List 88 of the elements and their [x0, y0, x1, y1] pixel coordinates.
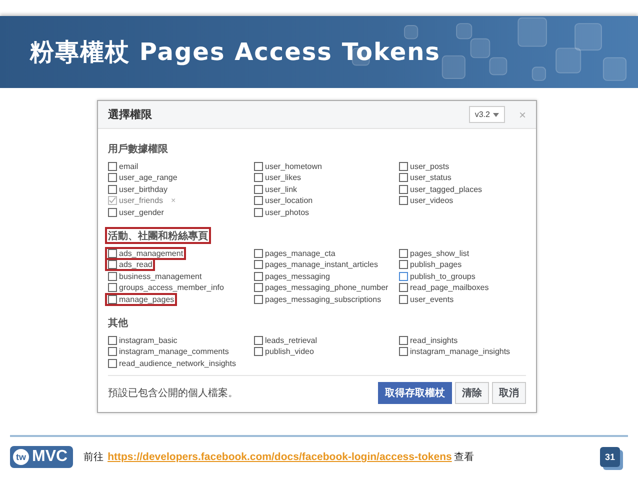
checkbox[interactable]: [254, 336, 263, 345]
permission-option[interactable]: pages_manage_cta: [251, 246, 338, 260]
permission-option[interactable]: read_audience_network_insights: [105, 356, 239, 370]
permission-option[interactable]: groups_access_member_info: [105, 281, 227, 294]
permission-option[interactable]: publish_video: [251, 345, 317, 358]
permission-option[interactable]: manage_pages: [105, 292, 178, 306]
permission-option[interactable]: user_posts: [396, 160, 452, 173]
permission-option[interactable]: user_likes: [251, 171, 304, 184]
permission-option[interactable]: pages_show_list: [396, 246, 472, 260]
permission-option[interactable]: pages_messaging_subscriptions: [251, 292, 384, 306]
checkbox[interactable]: [399, 347, 408, 356]
checkbox[interactable]: [108, 358, 117, 368]
dialog-title: 選擇權限: [108, 108, 153, 122]
checkbox[interactable]: [254, 208, 263, 217]
permission-option[interactable]: pages_messaging: [251, 270, 333, 283]
checkbox[interactable]: [108, 283, 117, 292]
slide-title: 粉專權杖 Pages Access Tokens: [30, 37, 440, 68]
checkbox[interactable]: [254, 347, 263, 356]
checkbox[interactable]: [399, 196, 408, 206]
permission-option[interactable]: ads_management: [105, 246, 186, 260]
permission-option[interactable]: email: [105, 160, 142, 173]
dialog-note: 預設已包含公開的個人檔案。: [108, 386, 238, 400]
footer-text: 前往: [84, 450, 104, 464]
section-heading: 其他: [107, 316, 129, 332]
checkbox[interactable]: [108, 162, 117, 171]
permission-option[interactable]: publish_to_groups: [396, 270, 478, 283]
checkbox[interactable]: [254, 196, 263, 206]
logo-badge: tw: [13, 449, 29, 465]
section-heading: 用戶數據權限: [107, 142, 169, 158]
dialog-button[interactable]: 清除: [455, 382, 489, 404]
checkbox[interactable]: [108, 347, 117, 356]
permission-option[interactable]: pages_manage_instant_articles: [251, 258, 381, 272]
checkbox[interactable]: [108, 208, 117, 217]
permission-option[interactable]: read_page_mailboxes: [396, 281, 492, 294]
checkbox[interactable]: [399, 272, 408, 281]
permission-option[interactable]: user_tagged_places: [396, 182, 486, 196]
checkbox[interactable]: [108, 294, 117, 304]
checkbox[interactable]: [399, 260, 408, 270]
checkbox[interactable]: [108, 272, 117, 281]
checkbox[interactable]: [108, 248, 117, 258]
checkbox[interactable]: [399, 336, 408, 345]
checkbox[interactable]: [254, 260, 263, 270]
dialog-button[interactable]: 取消: [492, 382, 526, 404]
permission-option[interactable]: publish_pages: [396, 258, 465, 272]
caret-icon: [492, 112, 499, 117]
checkbox[interactable]: [254, 294, 263, 304]
permission-option[interactable]: instagram_manage_comments: [105, 345, 232, 358]
checkbox[interactable]: [399, 173, 408, 182]
permission-option[interactable]: ads_read: [105, 258, 156, 272]
checkbox[interactable]: [254, 283, 263, 292]
checkbox[interactable]: [399, 283, 408, 292]
permission-option[interactable]: user_age_range: [105, 171, 180, 184]
checkbox[interactable]: [254, 272, 263, 281]
checkbox[interactable]: [399, 248, 408, 258]
permission-option[interactable]: user_birthday: [105, 182, 170, 196]
permission-option[interactable]: user_location: [251, 194, 316, 208]
permission-option[interactable]: business_management: [105, 270, 205, 283]
logo-text: MVC: [32, 448, 68, 466]
permission-option[interactable]: leads_retrieval: [251, 334, 320, 347]
permission-option[interactable]: instagram_basic: [105, 334, 180, 347]
checkbox[interactable]: [108, 196, 117, 206]
page-number: 31: [600, 447, 620, 467]
checkbox[interactable]: [254, 248, 263, 258]
permission-option[interactable]: user_status: [396, 171, 454, 184]
permission-option[interactable]: user_link: [251, 182, 300, 196]
permission-option[interactable]: instagram_manage_insights: [396, 345, 514, 358]
permission-option[interactable]: user_hometown: [251, 160, 325, 173]
permission-option[interactable]: user_events: [396, 292, 457, 306]
checkbox[interactable]: [108, 260, 117, 270]
footer-text: 查看: [454, 450, 474, 464]
checkbox[interactable]: [399, 294, 408, 304]
checkbox[interactable]: [108, 184, 117, 194]
permission-option[interactable]: user_friends: [105, 194, 166, 208]
checkbox[interactable]: [254, 184, 263, 194]
checkbox[interactable]: [108, 336, 117, 345]
permission-option[interactable]: user_videos: [396, 194, 456, 208]
checkbox[interactable]: [399, 184, 408, 194]
checkbox[interactable]: [108, 173, 117, 182]
get-token-button[interactable]: 取得存取權杖: [378, 382, 452, 404]
permission-option[interactable]: pages_messaging_phone_number: [251, 281, 392, 294]
checkbox[interactable]: [254, 173, 263, 182]
permission-option[interactable]: read_insights: [396, 334, 461, 347]
version-dropdown[interactable]: v3.2: [468, 106, 505, 124]
checkbox[interactable]: [399, 162, 408, 171]
checkbox[interactable]: [254, 162, 263, 171]
section-heading: 活動、社團和粉絲專頁: [105, 227, 211, 244]
permission-option[interactable]: user_photos: [251, 206, 312, 219]
permission-option[interactable]: user_gender: [105, 206, 167, 219]
